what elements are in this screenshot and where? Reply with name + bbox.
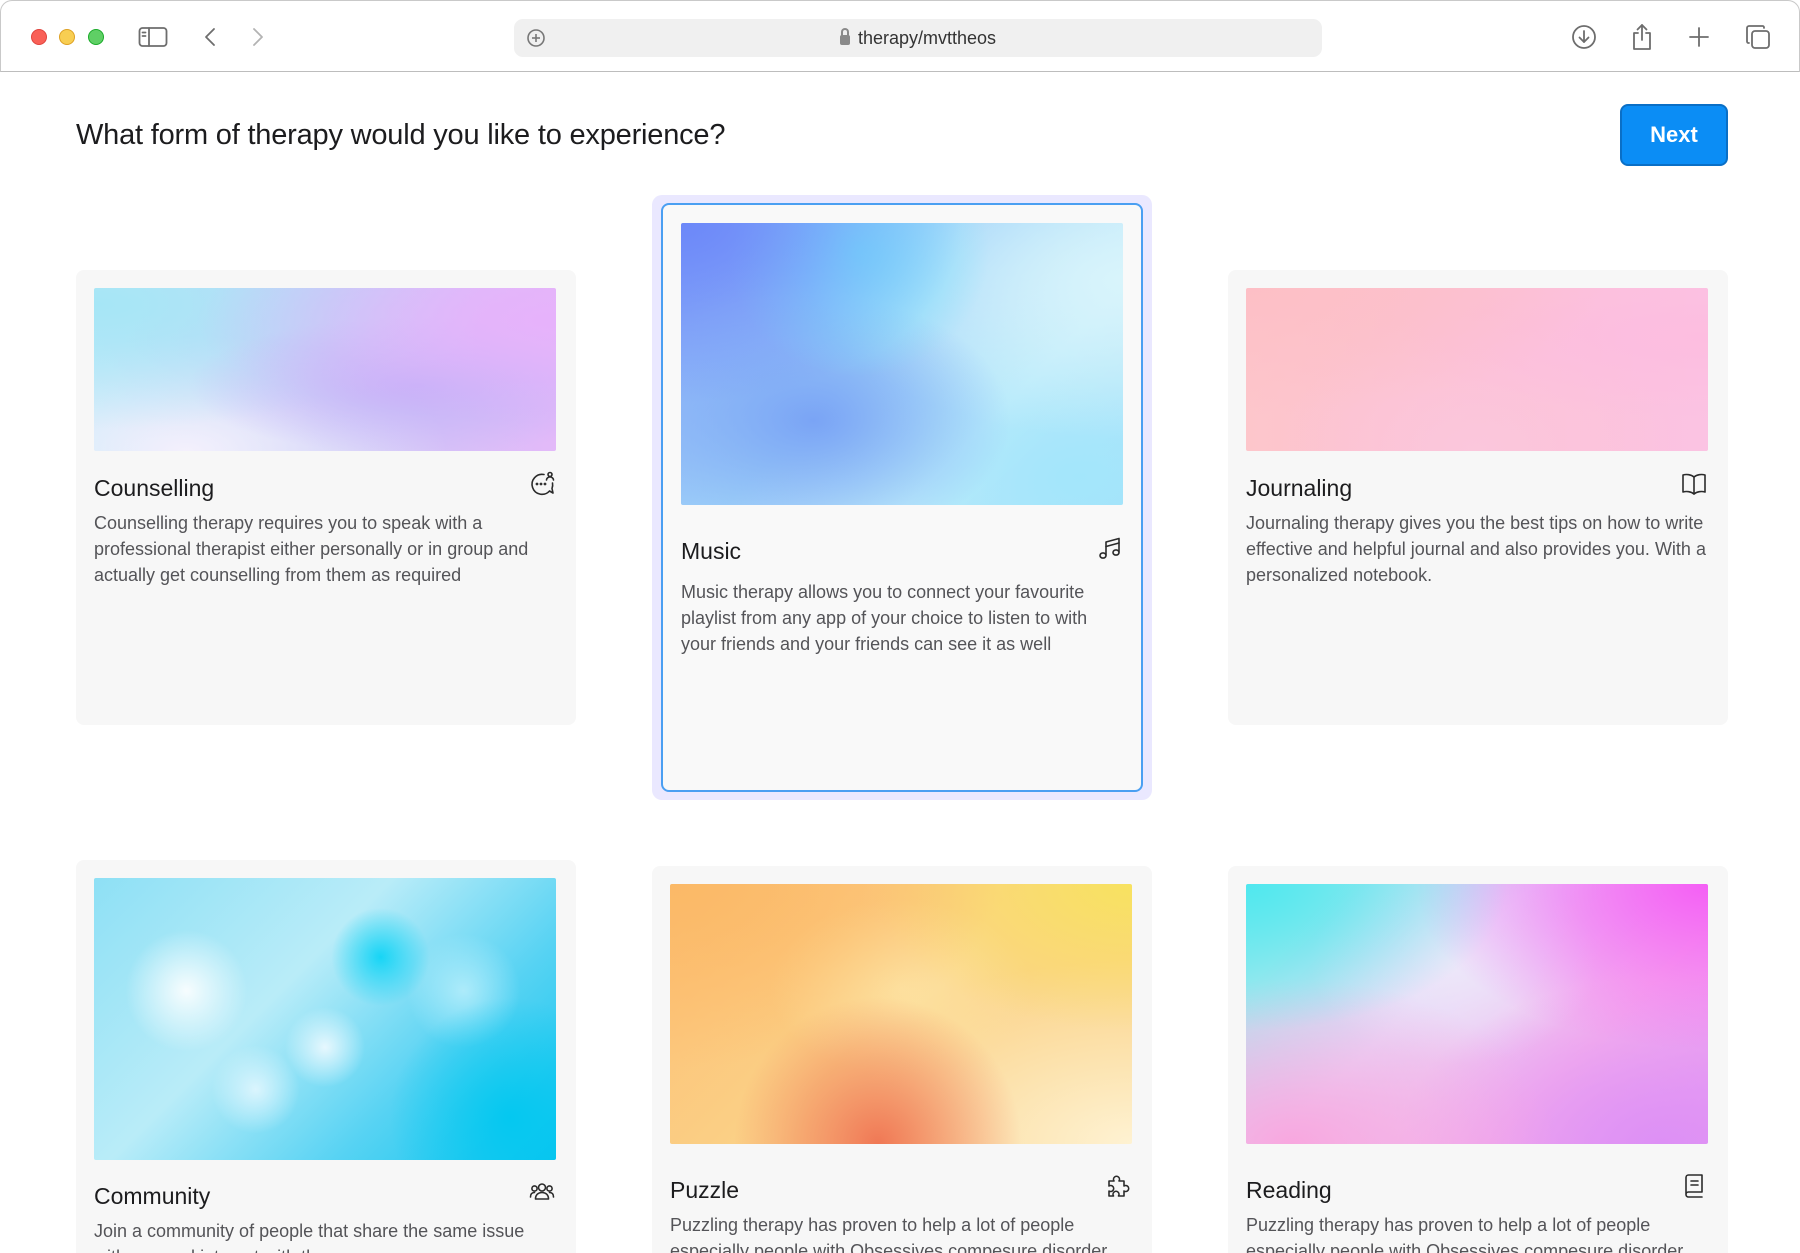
card-title: Counselling bbox=[94, 475, 215, 501]
therapy-card-reading[interactable]: Reading Puzzling therapy has proven to h… bbox=[1228, 866, 1728, 1253]
card-title: Music bbox=[681, 538, 742, 564]
url-text: therapy/mvttheos bbox=[857, 27, 997, 48]
card-image bbox=[94, 878, 556, 1160]
forward-icon[interactable] bbox=[242, 21, 274, 53]
people-icon bbox=[528, 1178, 556, 1206]
music-note-icon bbox=[1096, 535, 1124, 563]
card-description: Music therapy allows you to connect your… bbox=[681, 582, 1088, 654]
puzzle-piece-icon bbox=[1104, 1172, 1132, 1200]
card-title: Reading bbox=[1246, 1177, 1332, 1203]
new-tab-icon[interactable] bbox=[1683, 21, 1715, 53]
card-title: Community bbox=[94, 1183, 211, 1209]
chat-person-icon bbox=[528, 470, 556, 498]
card-description: Puzzling therapy has proven to help a lo… bbox=[1246, 1215, 1684, 1253]
card-description: Puzzling therapy has proven to help a lo… bbox=[670, 1215, 1108, 1253]
book-icon bbox=[1680, 1172, 1708, 1200]
therapy-card-puzzle[interactable]: Puzzle Puzzling therapy has proven to he… bbox=[652, 866, 1152, 1253]
share-icon[interactable] bbox=[1626, 21, 1658, 53]
add-icon[interactable] bbox=[522, 24, 550, 52]
card-image bbox=[1246, 288, 1708, 451]
sidebar-icon[interactable] bbox=[137, 21, 169, 53]
card-description: Journaling therapy gives you the best ti… bbox=[1246, 513, 1706, 585]
close-window-button[interactable] bbox=[31, 29, 47, 45]
card-description: Join a community of people that share th… bbox=[94, 1221, 525, 1253]
minimize-window-button[interactable] bbox=[59, 29, 75, 45]
therapy-card-community[interactable]: Community Join a community of people tha… bbox=[76, 860, 576, 1253]
card-image bbox=[681, 223, 1123, 505]
card-description: Counselling therapy requires you to spea… bbox=[94, 513, 529, 585]
maximize-window-button[interactable] bbox=[88, 29, 104, 45]
card-image bbox=[670, 884, 1132, 1144]
address-bar[interactable]: therapy/mvttheos bbox=[514, 19, 1322, 57]
card-image bbox=[1246, 884, 1708, 1144]
download-icon[interactable] bbox=[1568, 21, 1600, 53]
card-image bbox=[94, 288, 556, 451]
page-title: What form of therapy would you like to e… bbox=[76, 119, 726, 151]
tabs-overview-icon[interactable] bbox=[1742, 21, 1774, 53]
card-title: Puzzle bbox=[670, 1177, 740, 1203]
browser-toolbar: therapy/mvttheos bbox=[0, 0, 1800, 72]
book-open-icon bbox=[1680, 470, 1708, 498]
back-icon[interactable] bbox=[194, 21, 226, 53]
next-button[interactable]: Next bbox=[1620, 104, 1728, 166]
card-title: Journaling bbox=[1246, 475, 1353, 501]
lock-icon bbox=[839, 28, 850, 45]
therapy-card-journaling[interactable]: Journaling Journaling therapy gives you … bbox=[1228, 270, 1728, 725]
therapy-card-music[interactable]: Music Music therapy allows you to connec… bbox=[661, 203, 1143, 792]
therapy-card-counselling[interactable]: Counselling Counselling therapy requires… bbox=[76, 270, 576, 725]
